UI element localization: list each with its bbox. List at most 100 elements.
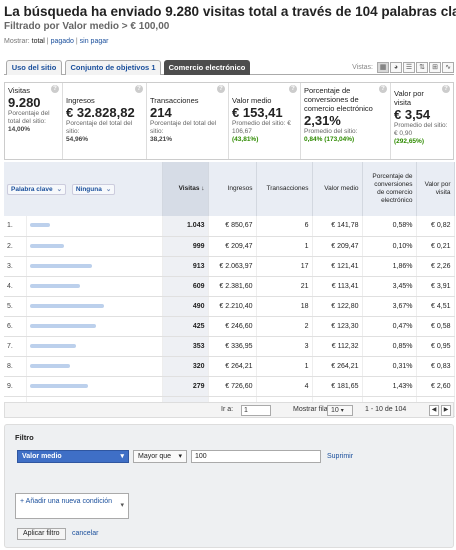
visits-cell: 353 [162,336,209,357]
keyword-cell[interactable] [26,236,163,257]
show-free-link[interactable]: sin pagar [80,38,109,45]
pivot-view-icon[interactable]: ⊞ [429,61,441,73]
col-visits[interactable]: Visitas ↓ [162,162,209,216]
tab-goal-set-1[interactable]: Conjunto de objetivos 1 [65,60,161,75]
help-icon[interactable]: ? [217,85,225,93]
filter-metric-select[interactable]: Valor medio ▾ [17,450,129,463]
segment-switcher: Mostrar: total | pagado | sin pagar [4,38,109,45]
average-value-cell: € 209,47 [312,236,363,257]
table-row[interactable]: 2. 999 € 209,47 1 € 209,47 0,10% € 0,21 [4,236,455,257]
help-icon[interactable]: ? [442,85,450,93]
keyword-link-redacted[interactable] [29,263,92,268]
show-label: Mostrar: [4,38,30,45]
table-row[interactable]: 6. 425 € 246,60 2 € 123,30 0,47% € 0,58 [4,316,455,337]
revenue-cell: € 2.381,60 [208,276,257,297]
visits-cell: 490 [162,296,209,317]
sparkline-view-icon[interactable]: ∿ [442,61,454,73]
filter-panel: Filtro Valor medio ▾ Mayor que ▾ 100 Supri… [4,424,454,548]
keyword-cell[interactable] [26,256,163,277]
metric-name: Transacciones [150,96,199,105]
add-condition-button[interactable]: + Añadir una nueva condición ▾ [15,493,129,519]
value-per-visit-cell: € 0,95 [416,336,455,357]
table-row[interactable]: 7. 353 € 336,95 3 € 112,32 0,85% € 0,95 [4,336,455,357]
visits-cell: 609 [162,276,209,297]
chevron-down-icon: ⌄ [105,185,112,193]
keyword-cell[interactable] [26,336,163,357]
keyword-cell[interactable] [26,296,163,317]
conversion-rate-cell: 0,58% [362,216,417,237]
scorecard-conversion-rate: ? Porcentaje de conversiones de comercio… [301,83,391,159]
col-average-value[interactable]: Valor medio [312,162,363,216]
table-row[interactable]: 1. 1.043 € 850,67 6 € 141,78 0,58% € 0,82 [4,216,455,237]
table-row[interactable]: 8. 320 € 264,21 1 € 264,21 0,31% € 0,83 [4,356,455,377]
row-index: 6. [4,316,27,337]
keyword-link-redacted[interactable] [29,243,64,248]
keyword-link-redacted[interactable] [29,363,70,368]
view-switcher: Vistas: ▦ ◕ ☰ ⇅ ⊞ ∿ [352,61,454,73]
table-row[interactable]: 9. 279 € 726,60 4 € 181,65 1,43% € 2,60 [4,376,455,397]
metric-pct: (292,65%) [394,138,424,145]
scorecard-visits: ? Visitas 9.280 Porcentaje del total del… [5,83,63,159]
metric-sub: Promedio del sitio: [304,128,358,135]
keyword-link-redacted[interactable] [29,343,76,348]
average-value-cell: € 264,21 [312,356,363,377]
col-value-per-visit[interactable]: Valor por visita [416,162,455,216]
row-index: 5. [4,296,27,317]
metric-pct: (43,81%) [232,136,259,143]
show-paid-link[interactable]: pagado [51,38,74,45]
conversion-rate-cell: 0,31% [362,356,417,377]
keyword-cell[interactable] [26,376,163,397]
col-conversion-rate[interactable]: Porcentaje de conversiones de comercio e… [362,162,417,216]
apply-filter-button[interactable]: Aplicar filtro [17,528,66,540]
average-value-cell: € 122,80 [312,296,363,317]
keyword-link-redacted[interactable] [29,383,88,388]
comparison-view-icon[interactable]: ⇅ [416,61,428,73]
cancel-filter-link[interactable]: cancelar [72,530,98,537]
help-icon[interactable]: ? [289,85,297,93]
keyword-link-redacted[interactable] [29,223,50,228]
report-title: La búsqueda ha enviado 9.280 visitas tot… [4,4,456,19]
table-view-icon[interactable]: ▦ [377,61,389,73]
metric-value: 2,31% [304,113,341,128]
keyword-link-redacted[interactable] [29,283,80,288]
pie-view-icon[interactable]: ◕ [390,61,402,73]
table-row[interactable]: 4. 609 € 2.381,60 21 € 113,41 3,45% € 3,91 [4,276,455,297]
help-icon[interactable]: ? [379,85,387,93]
scorecard-average-value: ? Valor medio € 153,41 Promedio del siti… [229,83,301,159]
revenue-cell: € 726,60 [208,376,257,397]
keyword-link-redacted[interactable] [29,303,104,308]
keyword-link-redacted[interactable] [29,323,96,328]
visits-cell: 913 [162,256,209,277]
tab-site-usage[interactable]: Uso del sitio [6,60,62,75]
help-icon[interactable]: ? [51,85,59,93]
help-icon[interactable]: ? [135,85,143,93]
views-label: Vistas: [352,63,373,71]
keyword-cell[interactable] [26,216,163,237]
prev-page-icon[interactable]: ◀ [429,405,439,416]
conversion-rate-cell: 0,85% [362,336,417,357]
value-per-visit-cell: € 0,58 [416,316,455,337]
keyword-cell[interactable] [26,316,163,337]
keyword-cell[interactable] [26,356,163,377]
filter-remove-link[interactable]: Suprimir [327,453,353,460]
secondary-dimension-select[interactable]: Ninguna ⌄ [71,183,116,195]
keyword-cell[interactable] [26,276,163,297]
keyword-table: Palabra clave ⌄ Ninguna ⌄ Visitas ↓ Ingres… [4,162,455,417]
next-page-icon[interactable]: ▶ [441,405,451,416]
col-transactions[interactable]: Transacciones [256,162,313,216]
table-row[interactable]: 3. 913 € 2.063,97 17 € 121,41 1,86% € 2,26 [4,256,455,277]
table-row[interactable]: 5. 490 € 2.210,40 18 € 122,80 3,67% € 4,51 [4,296,455,317]
tab-ecommerce[interactable]: Comercio electrónico [164,60,250,75]
filter-operator-select[interactable]: Mayor que ▾ [133,450,187,463]
visits-cell: 1.043 [162,216,209,237]
transactions-cell: 1 [256,236,313,257]
filter-value-input[interactable]: 100 [191,450,321,463]
page-range: 1 - 10 de 104 [365,406,407,413]
col-revenue[interactable]: Ingresos [208,162,257,216]
primary-dimension-select[interactable]: Palabra clave ⌄ [7,183,67,195]
sort-desc-icon: ↓ [201,185,205,192]
rows-per-page-select[interactable]: 10 ▾ [327,405,353,416]
performance-view-icon[interactable]: ☰ [403,61,415,73]
goto-input[interactable]: 1 [241,405,271,416]
metric-name: Porcentaje de conversiones de comercio e… [304,86,373,113]
